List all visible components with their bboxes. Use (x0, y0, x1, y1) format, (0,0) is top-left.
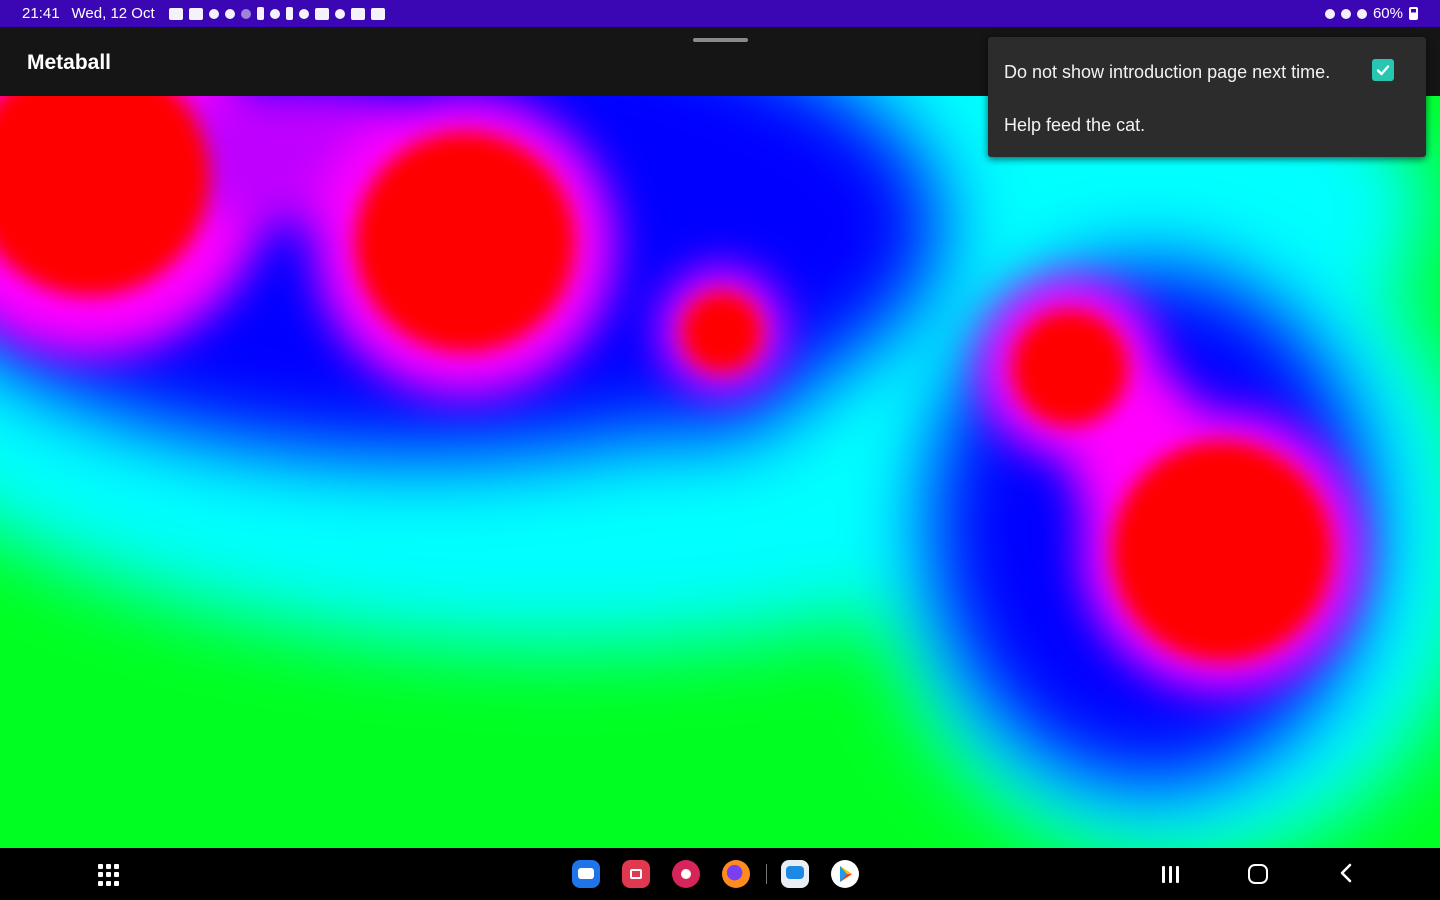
options-menu: Do not show introduction page next time.… (988, 37, 1426, 157)
cloud-icon (370, 7, 385, 20)
recycle-bin-icon (256, 7, 264, 20)
app-title: Metaball (27, 51, 112, 74)
music-note-icon (298, 8, 309, 19)
back-button[interactable] (1338, 862, 1354, 889)
taskbar-dock (572, 860, 881, 888)
metaball (1112, 441, 1332, 661)
wifi-icon (1356, 8, 1367, 19)
status-left: 21:41 Wed, 12 Oct (0, 5, 385, 22)
location-pin-icon (334, 8, 345, 19)
metaball-canvas[interactable] (0, 96, 1440, 848)
checkmark-icon (1376, 65, 1390, 76)
metaball (355, 132, 575, 352)
play-store-icon[interactable] (831, 860, 859, 888)
metaball (1012, 310, 1128, 426)
cloud-icon (240, 8, 251, 19)
chevron-left-icon (1340, 863, 1352, 883)
youtube-icon (168, 7, 183, 20)
status-right: 60% (1324, 5, 1440, 22)
messages-icon[interactable] (572, 860, 600, 888)
dock-separator (766, 864, 767, 884)
person-icon (285, 7, 293, 20)
menu-item-feed-cat[interactable]: Help feed the cat. (1004, 115, 1145, 136)
recents-button[interactable] (1162, 866, 1182, 884)
firefox-icon[interactable] (722, 860, 750, 888)
screen-recorder-icon[interactable] (622, 860, 650, 888)
chat-icon[interactable] (781, 860, 809, 888)
mute-icon (1340, 8, 1351, 19)
skip-intro-checkbox[interactable] (1372, 59, 1394, 81)
navigation-bar (0, 848, 1440, 900)
window-drag-handle[interactable] (693, 38, 748, 42)
youtube-icon (188, 7, 203, 20)
calendar-icon (314, 7, 329, 20)
metaball (682, 292, 762, 372)
battery-icon (1409, 7, 1418, 20)
alarm-icon (1324, 8, 1335, 19)
plane-icon (224, 8, 235, 19)
music-note-icon (208, 8, 219, 19)
status-bar: 21:41 Wed, 12 Oct 60% (0, 0, 1440, 27)
gallery-icon (350, 7, 365, 20)
home-button[interactable] (1248, 864, 1268, 884)
app-drawer-icon[interactable] (98, 864, 120, 886)
flower-app-icon[interactable] (672, 860, 700, 888)
battery-percent: 60% (1372, 5, 1403, 22)
status-time: 21:41 (22, 5, 60, 22)
menu-item-label: Do not show introduction page next time. (1004, 62, 1331, 82)
status-date: Wed, 12 Oct (71, 5, 155, 22)
sync-icon (269, 8, 280, 19)
